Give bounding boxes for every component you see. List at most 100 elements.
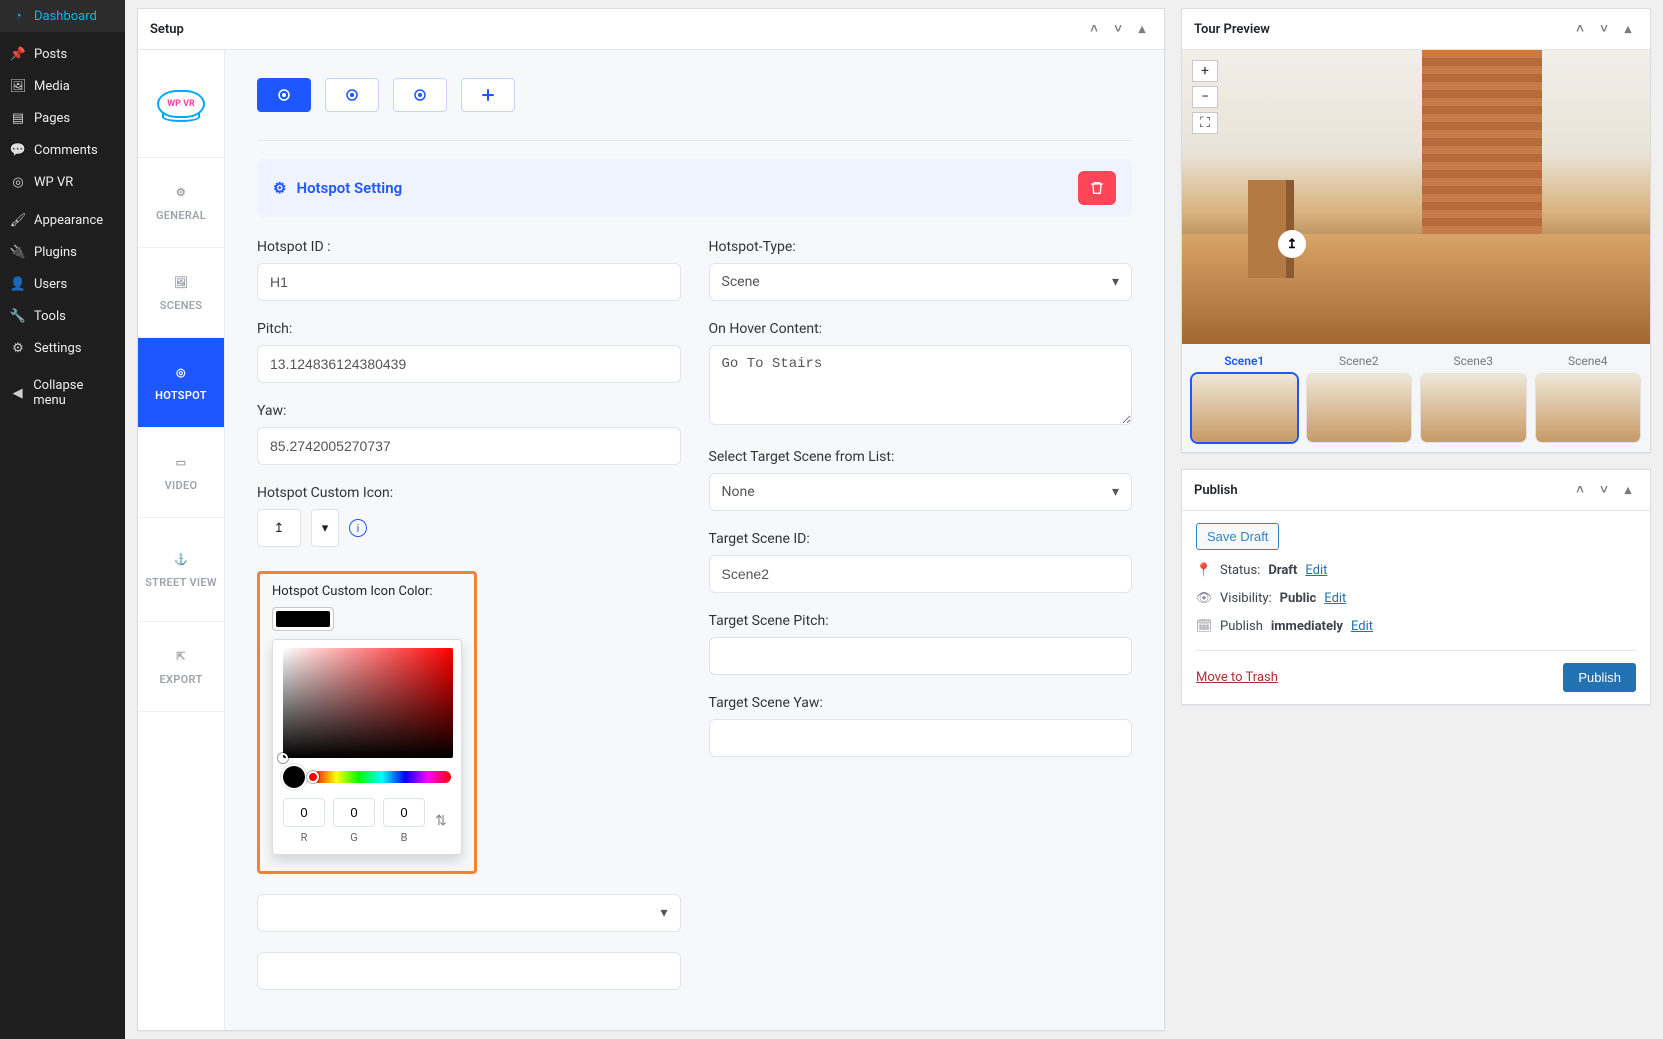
eye-icon: 👁 (1196, 590, 1212, 606)
menu-wpvr[interactable]: ◎WP VR (0, 166, 125, 198)
menu-pages[interactable]: ▤Pages (0, 102, 125, 134)
pages-icon: ▤ (10, 110, 26, 126)
label-icon-color: Hotspot Custom Icon Color: (272, 584, 462, 599)
color-r-input[interactable] (283, 798, 325, 827)
edit-status-link[interactable]: Edit (1305, 563, 1327, 578)
publish-panel-title: Publish (1194, 483, 1238, 498)
chevron-down-icon: ▾ (322, 521, 329, 536)
setup-panel: Setup ˄ ˅ ▴ WP VR ⚙ G (137, 8, 1165, 1031)
delete-hotspot-button[interactable] (1078, 171, 1116, 205)
hotspot-tab-add[interactable] (461, 78, 515, 112)
media-icon: 🖼 (10, 78, 26, 94)
panel-move-down[interactable]: ˅ (1108, 19, 1128, 39)
panel-move-down[interactable]: ˅ (1594, 480, 1614, 500)
edit-schedule-link[interactable]: Edit (1351, 619, 1373, 634)
plug-icon: 🔌 (10, 244, 26, 260)
target-pitch-input[interactable] (709, 637, 1133, 675)
panel-move-down[interactable]: ˅ (1594, 19, 1614, 39)
label-target-scene-id: Target Scene ID: (709, 531, 1133, 547)
hotspot-setting-title: Hotspot Setting (296, 179, 402, 197)
target-scene-id-input[interactable] (709, 555, 1133, 593)
color-format-toggle[interactable]: ⇅ (433, 813, 449, 829)
tab-street-view[interactable]: ⚓ STREET VIEW (138, 518, 224, 622)
save-draft-button[interactable]: Save Draft (1196, 523, 1279, 550)
menu-comments[interactable]: 💬Comments (0, 134, 125, 166)
tab-general[interactable]: ⚙ GENERAL (138, 158, 224, 248)
panel-toggle[interactable]: ▴ (1618, 19, 1638, 39)
tab-video[interactable]: ▭ VIDEO (138, 428, 224, 518)
icon-picker-button[interactable]: ↥ (257, 509, 301, 547)
target-scene-select[interactable]: None▾ (709, 473, 1133, 511)
tab-scenes[interactable]: 🖼 SCENES (138, 248, 224, 338)
unknown-input-1[interactable] (257, 952, 681, 990)
scene-thumb-3[interactable]: Scene3 (1421, 354, 1526, 442)
tab-export[interactable]: ⇱ EXPORT (138, 622, 224, 712)
scene-thumb-4[interactable]: Scene4 (1536, 354, 1641, 442)
pin-icon: 📍 (1196, 562, 1212, 578)
hotspot-tab-3[interactable] (393, 78, 447, 112)
color-swatch-button[interactable] (272, 607, 334, 631)
menu-settings[interactable]: ⚙Settings (0, 332, 125, 364)
hotspot-id-input[interactable] (257, 263, 681, 301)
icon-picker-dropdown[interactable]: ▾ (311, 509, 339, 547)
zoom-in-button[interactable]: + (1192, 60, 1218, 82)
chevron-down-icon: ▾ (1112, 274, 1119, 290)
vr-preview-canvas[interactable]: + − ⛶ ↥ (1182, 50, 1650, 344)
info-icon[interactable]: i (349, 519, 367, 537)
tab-hotspot[interactable]: ◎ HOTSPOT (138, 338, 224, 428)
hotspot-type-select[interactable]: Scene▾ (709, 263, 1133, 301)
dashboard-icon: ◔ (10, 8, 26, 24)
on-hover-textarea[interactable]: Go To Stairs (709, 345, 1133, 425)
plugin-tab-rail: WP VR ⚙ GENERAL 🖼 SCENES ◎ HOTSPOT (138, 50, 225, 1030)
color-g-input[interactable] (333, 798, 375, 827)
scene-thumb-label: Scene1 (1192, 354, 1297, 368)
publish-button[interactable]: Publish (1563, 663, 1636, 692)
menu-tools[interactable]: 🔧Tools (0, 300, 125, 332)
menu-plugins[interactable]: 🔌Plugins (0, 236, 125, 268)
label-yaw: Yaw: (257, 403, 681, 419)
hotspot-instance-tabs (257, 78, 1132, 112)
target-yaw-input[interactable] (709, 719, 1133, 757)
color-b-input[interactable] (383, 798, 425, 827)
menu-appearance[interactable]: 🖌Appearance (0, 204, 125, 236)
wp-admin-sidebar: ◔Dashboard 📌Posts 🖼Media ▤Pages 💬Comment… (0, 0, 125, 1039)
panel-toggle[interactable]: ▴ (1618, 480, 1638, 500)
menu-dashboard[interactable]: ◔Dashboard (0, 0, 125, 32)
preview-hotspot-marker[interactable]: ↥ (1278, 230, 1306, 258)
settings-icon: ⚙ (10, 340, 26, 356)
scene-thumb-2[interactable]: Scene2 (1307, 354, 1412, 442)
panel-move-up[interactable]: ˄ (1570, 19, 1590, 39)
move-to-trash-link[interactable]: Move to Trash (1196, 670, 1278, 685)
label-target-yaw: Target Scene Yaw: (709, 695, 1133, 711)
plugin-logo: WP VR (138, 50, 224, 158)
chevron-down-icon: ▾ (1112, 484, 1119, 500)
saturation-value-canvas[interactable] (283, 648, 453, 758)
edit-visibility-link[interactable]: Edit (1324, 591, 1346, 606)
menu-collapse[interactable]: ◀Collapse menu (0, 370, 125, 416)
menu-media[interactable]: 🖼Media (0, 70, 125, 102)
yaw-input[interactable] (257, 427, 681, 465)
hue-slider[interactable] (313, 771, 451, 783)
arrow-up-icon: ↥ (274, 521, 285, 536)
hotspot-tab-1[interactable] (257, 78, 311, 112)
anchor-icon: ⚓ (172, 550, 190, 568)
unknown-select-1[interactable]: ▾ (257, 894, 681, 932)
panel-move-up[interactable]: ˄ (1570, 480, 1590, 500)
label-schedule: Publish (1220, 619, 1263, 634)
custom-icon-color-section: Hotspot Custom Icon Color: (257, 571, 477, 874)
fullscreen-button[interactable]: ⛶ (1192, 112, 1218, 134)
label-status: Status: (1220, 563, 1260, 578)
menu-users[interactable]: 👤Users (0, 268, 125, 300)
panel-move-up[interactable]: ˄ (1084, 19, 1104, 39)
hotspot-tab-2[interactable] (325, 78, 379, 112)
pitch-input[interactable] (257, 345, 681, 383)
menu-posts[interactable]: 📌Posts (0, 38, 125, 70)
zoom-out-button[interactable]: − (1192, 86, 1218, 108)
brush-icon: 🖌 (10, 212, 26, 228)
panel-toggle[interactable]: ▴ (1132, 19, 1152, 39)
scene-thumb-1[interactable]: Scene1 (1192, 354, 1297, 442)
chevron-down-icon: ▾ (660, 905, 667, 921)
tour-preview-title: Tour Preview (1194, 22, 1270, 37)
video-icon: ▭ (172, 453, 190, 471)
wpvr-icon: ◎ (10, 174, 26, 190)
